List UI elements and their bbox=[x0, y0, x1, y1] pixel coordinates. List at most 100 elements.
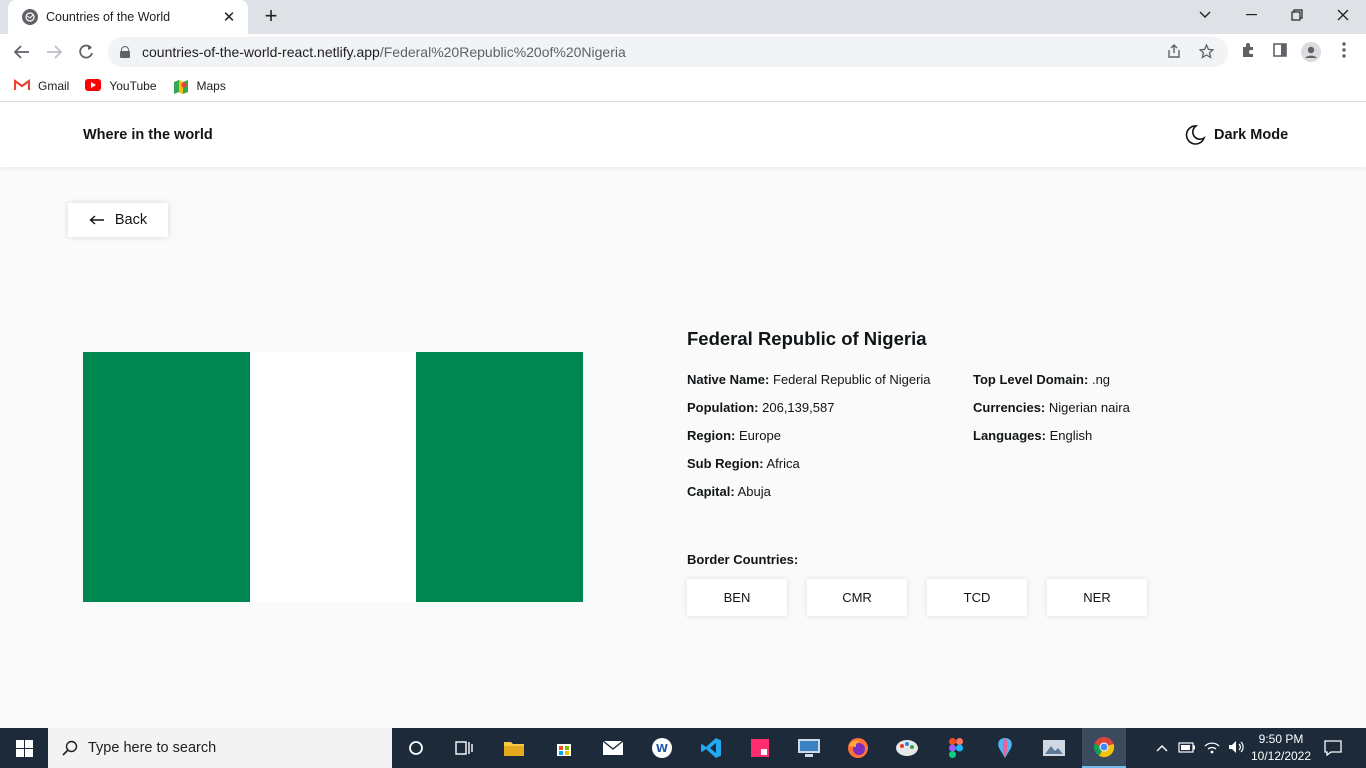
detail-label: Region: bbox=[687, 428, 736, 443]
task-view-icon[interactable] bbox=[450, 734, 478, 762]
forward-arrow-icon[interactable] bbox=[40, 38, 68, 66]
clock-date: 10/12/2022 bbox=[1250, 749, 1312, 763]
bookmark-maps[interactable]: Maps bbox=[173, 78, 226, 94]
detail-value: Nigerian naira bbox=[1048, 400, 1130, 415]
svg-text:W: W bbox=[656, 742, 668, 755]
start-button[interactable] bbox=[0, 728, 48, 768]
browser-toolbar: countries-of-the-world-react.netlify.app… bbox=[0, 34, 1366, 70]
border-country-button[interactable]: BEN bbox=[687, 579, 787, 616]
volume-icon[interactable] bbox=[1228, 740, 1244, 757]
minimize-icon[interactable] bbox=[1228, 0, 1274, 30]
menu-kebab-icon[interactable] bbox=[1334, 42, 1354, 62]
youtube-icon bbox=[85, 78, 102, 93]
detail-capital: Capital: Abuja bbox=[687, 484, 931, 512]
url-host: countries-of-the-world-react.netlify.app bbox=[142, 44, 380, 60]
profile-avatar-icon[interactable] bbox=[1301, 42, 1321, 62]
reload-icon[interactable] bbox=[72, 38, 100, 66]
balloon-app-icon[interactable] bbox=[991, 734, 1019, 762]
share-icon[interactable] bbox=[1166, 44, 1182, 60]
globe-icon bbox=[22, 9, 38, 25]
bookmark-youtube[interactable]: YouTube bbox=[85, 78, 157, 93]
maps-icon bbox=[173, 79, 189, 94]
search-icon bbox=[62, 740, 78, 756]
photos-icon[interactable] bbox=[1040, 734, 1068, 762]
border-country-button[interactable]: TCD bbox=[927, 579, 1027, 616]
app-header: Where in the world Dark Mode bbox=[0, 103, 1366, 167]
url-path: /Federal%20Republic%20of%20Nigeria bbox=[379, 44, 626, 60]
flag-band-left bbox=[83, 352, 250, 602]
mail-icon[interactable] bbox=[599, 734, 627, 762]
detail-value: Abuja bbox=[737, 484, 771, 499]
detail-value: .ng bbox=[1091, 372, 1111, 387]
star-icon[interactable] bbox=[1197, 43, 1215, 60]
taskbar-search-box[interactable]: Type here to search bbox=[48, 728, 392, 768]
vscode-icon[interactable] bbox=[697, 734, 725, 762]
system-tray bbox=[1156, 728, 1244, 768]
clock-time: 9:50 PM bbox=[1258, 732, 1304, 746]
wifi-icon[interactable] bbox=[1204, 740, 1220, 757]
country-name: Federal Republic of Nigeria bbox=[687, 328, 927, 349]
dark-mode-toggle[interactable]: Dark Mode bbox=[1184, 124, 1288, 146]
battery-icon[interactable] bbox=[1178, 741, 1196, 756]
back-label: Back bbox=[114, 212, 148, 228]
windows-taskbar: Type here to search W 9:50 PM 10/12/2022 bbox=[0, 728, 1366, 768]
flag-band-right bbox=[416, 352, 584, 602]
detail-value: Europe bbox=[739, 428, 781, 443]
back-arrow-icon[interactable] bbox=[8, 38, 36, 66]
tab-close-icon[interactable]: ✕ bbox=[220, 8, 238, 26]
search-placeholder: Type here to search bbox=[88, 740, 217, 756]
bookmark-gmail[interactable]: Gmail bbox=[13, 78, 70, 93]
lock-icon bbox=[120, 46, 130, 58]
back-button[interactable]: Back bbox=[68, 203, 168, 237]
bookmark-label: Maps bbox=[196, 78, 226, 93]
detail-label: Currencies: bbox=[973, 400, 1046, 415]
flag-band-middle bbox=[249, 352, 417, 602]
address-bar[interactable]: countries-of-the-world-react.netlify.app… bbox=[108, 37, 1228, 67]
close-window-icon[interactable] bbox=[1320, 0, 1366, 30]
chevron-up-icon[interactable] bbox=[1156, 741, 1168, 755]
new-tab-button[interactable]: + bbox=[258, 4, 284, 30]
tab-title: Countries of the World bbox=[46, 10, 171, 24]
chrome-taskbar-icon[interactable] bbox=[1082, 728, 1126, 768]
detail-languages: Languages: English bbox=[973, 428, 1130, 456]
dark-mode-label: Dark Mode bbox=[1214, 127, 1289, 143]
bookmarks-bar: Gmail YouTube Maps bbox=[0, 70, 1366, 102]
details-column-right: Top Level Domain: .ng Currencies: Nigeri… bbox=[973, 372, 1130, 456]
detail-sub-region: Sub Region: Africa bbox=[687, 456, 931, 484]
border-countries-list: BEN CMR TCD NER bbox=[687, 579, 1167, 616]
detail-label: Population: bbox=[687, 400, 759, 415]
details-column-left: Native Name: Federal Republic of Nigeria… bbox=[687, 372, 931, 512]
detail-top-level-domain: Top Level Domain: .ng bbox=[973, 372, 1130, 400]
border-country-button[interactable]: NER bbox=[1047, 579, 1147, 616]
detail-value: 206,139,587 bbox=[762, 400, 835, 415]
figma-icon[interactable] bbox=[942, 734, 970, 762]
detail-value: Africa bbox=[766, 456, 800, 471]
restore-icon[interactable] bbox=[1274, 0, 1320, 30]
notifications-icon[interactable] bbox=[1324, 728, 1342, 768]
browser-tab-bar: Countries of the World ✕ + bbox=[0, 0, 1366, 34]
detail-value: Federal Republic of Nigeria bbox=[773, 372, 931, 387]
windows-logo-icon bbox=[15, 739, 33, 757]
detail-label: Top Level Domain: bbox=[973, 372, 1089, 387]
microsoft-store-icon[interactable] bbox=[550, 734, 578, 762]
paint-icon[interactable] bbox=[893, 734, 921, 762]
border-country-button[interactable]: CMR bbox=[807, 579, 907, 616]
wordpad-icon[interactable]: W bbox=[648, 734, 676, 762]
remote-desktop-icon[interactable] bbox=[795, 734, 823, 762]
file-explorer-icon[interactable] bbox=[500, 734, 528, 762]
extensions-icon[interactable] bbox=[1238, 42, 1258, 62]
bookmark-label: Gmail bbox=[38, 78, 70, 93]
side-panel-icon[interactable] bbox=[1270, 42, 1290, 62]
pink-app-icon[interactable] bbox=[746, 734, 774, 762]
tab-search-icon[interactable] bbox=[1182, 0, 1228, 30]
detail-population: Population: 206,139,587 bbox=[687, 400, 931, 428]
firefox-icon[interactable] bbox=[844, 734, 872, 762]
cortana-icon[interactable] bbox=[402, 734, 430, 762]
gmail-icon bbox=[13, 78, 31, 93]
bookmark-label: YouTube bbox=[109, 78, 157, 93]
browser-tab[interactable]: Countries of the World ✕ bbox=[8, 0, 248, 34]
country-details: Federal Republic of Nigeria Native Name:… bbox=[687, 328, 1287, 616]
taskbar-clock[interactable]: 9:50 PM 10/12/2022 bbox=[1246, 731, 1316, 765]
app-title[interactable]: Where in the world bbox=[83, 127, 213, 143]
detail-label: Native Name: bbox=[687, 372, 770, 387]
